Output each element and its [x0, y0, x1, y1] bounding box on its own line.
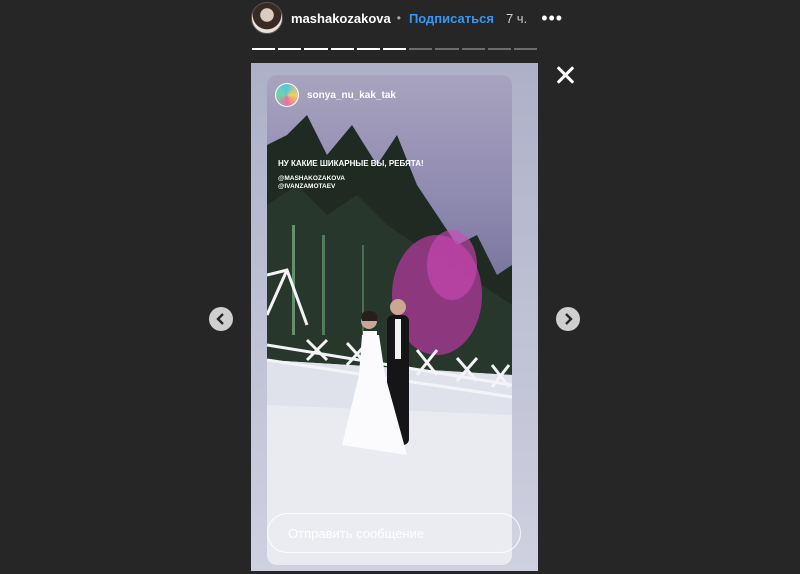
post-time: 7 ч. — [505, 10, 528, 26]
story-author-avatar[interactable] — [275, 83, 299, 107]
story-photo: sonya_nu_kak_tak НУ КАКИЕ ШИКАРНЫЕ ВЫ, Р… — [267, 75, 512, 565]
separator-dot: • — [396, 11, 401, 25]
username-link[interactable]: mashakozakova — [291, 11, 391, 26]
progress-segment — [278, 48, 302, 50]
progress-segment — [487, 48, 511, 50]
progress-segment — [330, 48, 354, 50]
story-progress-bar — [252, 48, 538, 50]
story-mentions: @MASHAKOZAKOVA @IVANZAMOTAEV — [278, 175, 345, 191]
follow-button[interactable]: Подписаться — [409, 11, 494, 26]
progress-segment — [409, 48, 433, 50]
close-icon[interactable] — [553, 63, 577, 87]
avatar[interactable] — [251, 2, 283, 34]
progress-segment — [461, 48, 485, 50]
story-header: mashakozakova • Подписаться 7 ч. ••• — [251, 2, 563, 34]
progress-segment — [356, 48, 380, 50]
mention-link[interactable]: @IVANZAMOTAEV — [278, 183, 345, 191]
chevron-left-icon[interactable] — [209, 307, 233, 331]
progress-segment — [252, 48, 276, 50]
progress-segment — [382, 48, 407, 50]
mention-link[interactable]: @MASHAKOZAKOVA — [278, 175, 345, 183]
story-caption: НУ КАКИЕ ШИКАРНЫЕ ВЫ, РЕБЯТА! — [278, 159, 424, 168]
story-author-header: sonya_nu_kak_tak — [275, 83, 396, 107]
story-frame[interactable]: sonya_nu_kak_tak НУ КАКИЕ ШИКАРНЫЕ ВЫ, Р… — [251, 63, 538, 571]
progress-segment — [304, 48, 328, 50]
more-options-icon[interactable]: ••• — [541, 9, 563, 27]
reply-input[interactable]: Отправить сообщение — [267, 513, 521, 553]
story-photo-artwork — [267, 115, 512, 565]
progress-segment — [435, 48, 459, 50]
story-author-username[interactable]: sonya_nu_kak_tak — [307, 90, 396, 101]
chevron-right-icon[interactable] — [556, 307, 580, 331]
progress-segment — [513, 48, 538, 50]
story-viewer: mashakozakova • Подписаться 7 ч. ••• son… — [0, 0, 800, 574]
